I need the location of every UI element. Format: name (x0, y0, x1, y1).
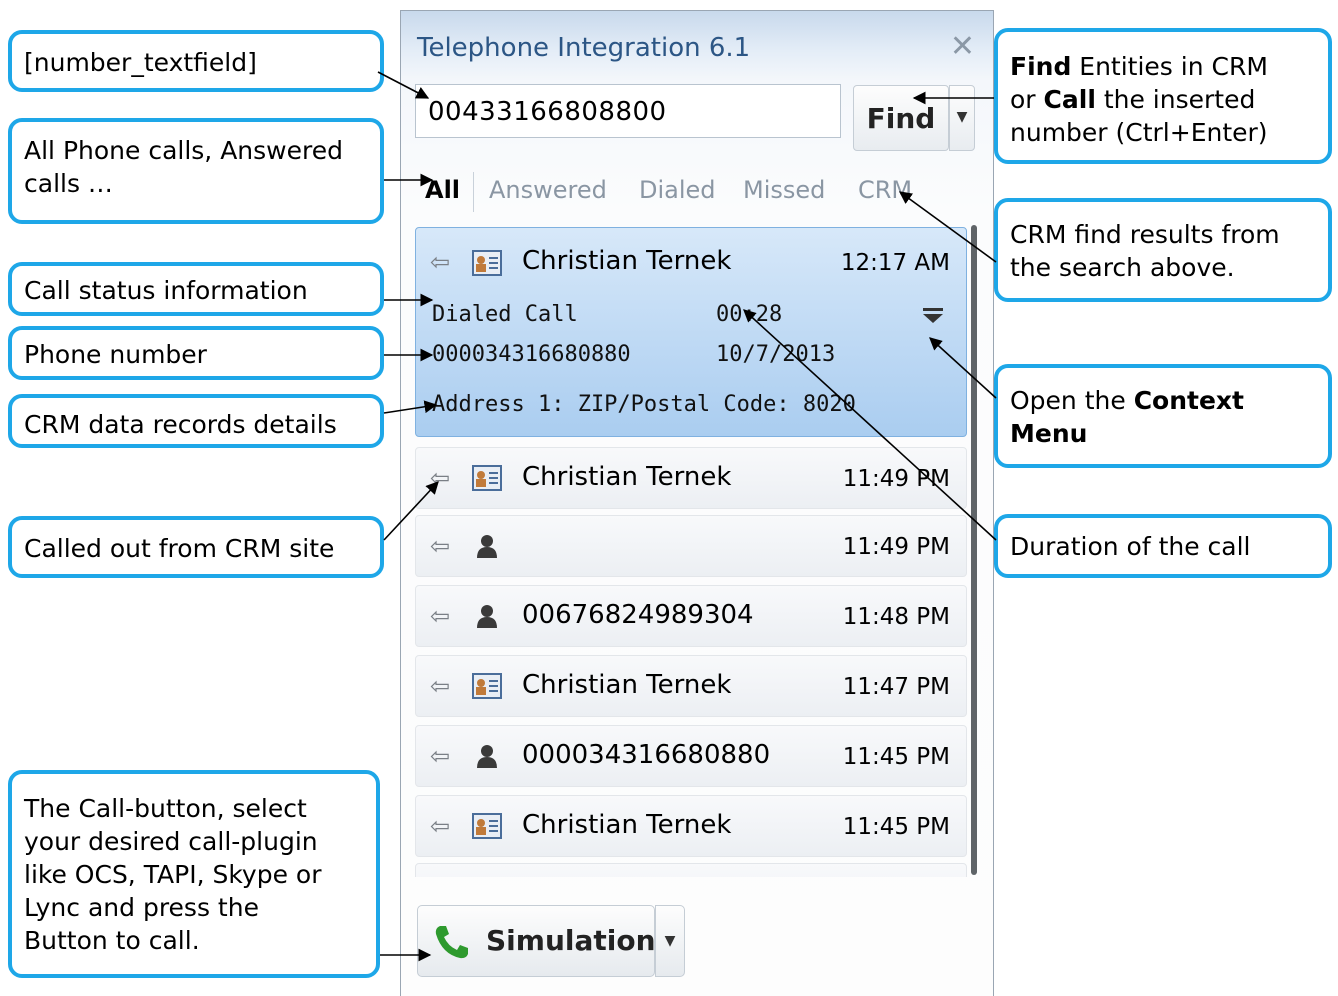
call-list-item[interactable]: ⇦ 00676824989304 11:48 PM (415, 585, 967, 647)
call-list-item[interactable]: ⇦ Christian Ternek 11:49 PM (415, 447, 967, 509)
callout-text: Phone number (24, 340, 207, 369)
contact-name: 000034316680880 (522, 740, 771, 770)
outgoing-arrow-icon: ⇦ (430, 672, 451, 700)
window-title: Telephone Integration 6.1 (417, 33, 751, 63)
outgoing-arrow-icon: ⇦ (430, 602, 451, 630)
call-date: 10/7/2013 (716, 342, 836, 367)
contact-name: Christian Ternek (522, 670, 732, 700)
crm-record-detail: Address 1: ZIP/Postal Code: 8020 (432, 392, 856, 417)
callout-phone-number: Phone number (8, 326, 384, 380)
call-time: 11:45 PM (842, 814, 950, 840)
call-list-item[interactable]: ⇦ Christian Ternek 11:47 PM (415, 655, 967, 717)
contact-name: Christian Ternek (522, 462, 732, 492)
contact-card-icon (472, 465, 502, 491)
call-plugin-dropdown[interactable]: ▼ (655, 905, 685, 977)
callout-text: like OCS, TAPI, Skype or (24, 860, 322, 889)
call-list-item[interactable]: ⇦ 11:49 PM (415, 515, 967, 577)
contact-name: Christian Ternek (522, 810, 732, 840)
tab-dialed[interactable]: Dialed (639, 176, 716, 204)
call-time: 12:17 AM (840, 250, 950, 276)
title-bar: Telephone Integration 6.1 ✕ (401, 11, 993, 83)
call-list-item[interactable]: ⇦ 000034316680880 11:45 PM (415, 725, 967, 787)
callout-text: CRM find results from (1010, 220, 1280, 249)
contact-name: 00676824989304 (522, 600, 754, 630)
call-list-item-partial[interactable]: ⇦ (415, 863, 967, 877)
callout-text: All Phone calls, Answered (24, 136, 343, 165)
phone-number: 000034316680880 (432, 342, 631, 367)
callout-called-out: Called out from CRM site (8, 516, 384, 578)
callout-context-menu: Open the Context Menu (994, 364, 1332, 468)
tab-divider (473, 172, 474, 212)
find-button[interactable]: Find (853, 85, 949, 151)
callout-text: Lync and press the (24, 893, 259, 922)
callout-text: number (Ctrl+Enter) (1010, 118, 1268, 147)
phone-handset-icon (435, 926, 468, 959)
callout-text: Called out from CRM site (24, 534, 335, 563)
person-icon (477, 605, 497, 628)
call-duration: 00:28 (716, 302, 783, 327)
callout-text: your desired call-plugin (24, 827, 318, 856)
contact-card-icon (472, 673, 502, 699)
callout-text: Button to call. (24, 926, 200, 955)
telephone-integration-window: Telephone Integration 6.1 ✕ 004331668088… (400, 10, 994, 996)
callout-text: Menu (1010, 419, 1088, 448)
callout-text: calls … (24, 169, 113, 198)
callout-text: Open the Context (1010, 386, 1245, 415)
callout-crm-results: CRM find results from the search above. (994, 198, 1332, 302)
outgoing-arrow-icon: ⇦ (430, 464, 451, 492)
callout-tabs: All Phone calls, Answered calls … (8, 118, 384, 224)
outgoing-arrow-icon: ⇦ (430, 742, 451, 770)
number-textfield[interactable]: 00433166808800 (415, 84, 841, 138)
call-time: 11:49 PM (842, 466, 950, 492)
callout-text: Call status information (24, 276, 308, 305)
call-list: ⇦ Christian Ternek 12:17 AM Dialed Call … (411, 217, 985, 877)
tab-missed[interactable]: Missed (743, 176, 825, 204)
callout-text: the search above. (1010, 253, 1235, 282)
callout-text: Find Entities in CRM (1010, 52, 1268, 81)
callout-text: The Call-button, select (24, 794, 307, 823)
call-time: 11:45 PM (842, 744, 950, 770)
callout-number-textfield: [number_textfield] (8, 30, 384, 92)
callout-duration: Duration of the call (994, 514, 1332, 578)
callout-text: Duration of the call (1010, 532, 1251, 561)
callout-find: Find Entities in CRM or Call the inserte… (994, 28, 1332, 164)
call-button[interactable]: Simulation (417, 905, 656, 977)
tab-answered[interactable]: Answered (489, 176, 607, 204)
person-icon (477, 745, 497, 768)
person-icon (477, 535, 497, 558)
contact-name: Christian Ternek (522, 246, 732, 276)
find-dropdown-button[interactable]: ▼ (949, 85, 975, 151)
outgoing-arrow-icon: ⇦ (430, 812, 451, 840)
call-list-scrollbar[interactable] (971, 225, 977, 875)
call-list-item-selected[interactable]: ⇦ Christian Ternek 12:17 AM Dialed Call … (415, 227, 967, 437)
call-button-label: Simulation (486, 924, 656, 957)
call-status: Dialed Call (432, 302, 578, 327)
callout-call-status: Call status information (8, 262, 384, 316)
contact-card-icon (472, 250, 502, 276)
contact-card-icon (472, 813, 502, 839)
call-time: 11:49 PM (842, 534, 950, 560)
callout-crm-details: CRM data records details (8, 394, 384, 448)
callout-text: or Call the inserted (1010, 85, 1256, 114)
call-list-item[interactable]: ⇦ Christian Ternek 11:45 PM (415, 795, 967, 857)
tab-crm[interactable]: CRM (858, 176, 912, 204)
call-time: 11:48 PM (842, 604, 950, 630)
context-menu-icon[interactable] (922, 308, 944, 324)
tab-all[interactable]: All (425, 176, 460, 204)
close-icon[interactable]: ✕ (950, 29, 975, 64)
outgoing-arrow-icon: ⇦ (430, 532, 451, 560)
callout-text: [number_textfield] (24, 48, 257, 77)
outgoing-arrow-icon: ⇦ (430, 248, 451, 276)
callout-text: CRM data records details (24, 410, 337, 439)
callout-call-button: The Call-button, select your desired cal… (8, 770, 380, 978)
call-time: 11:47 PM (842, 674, 950, 700)
